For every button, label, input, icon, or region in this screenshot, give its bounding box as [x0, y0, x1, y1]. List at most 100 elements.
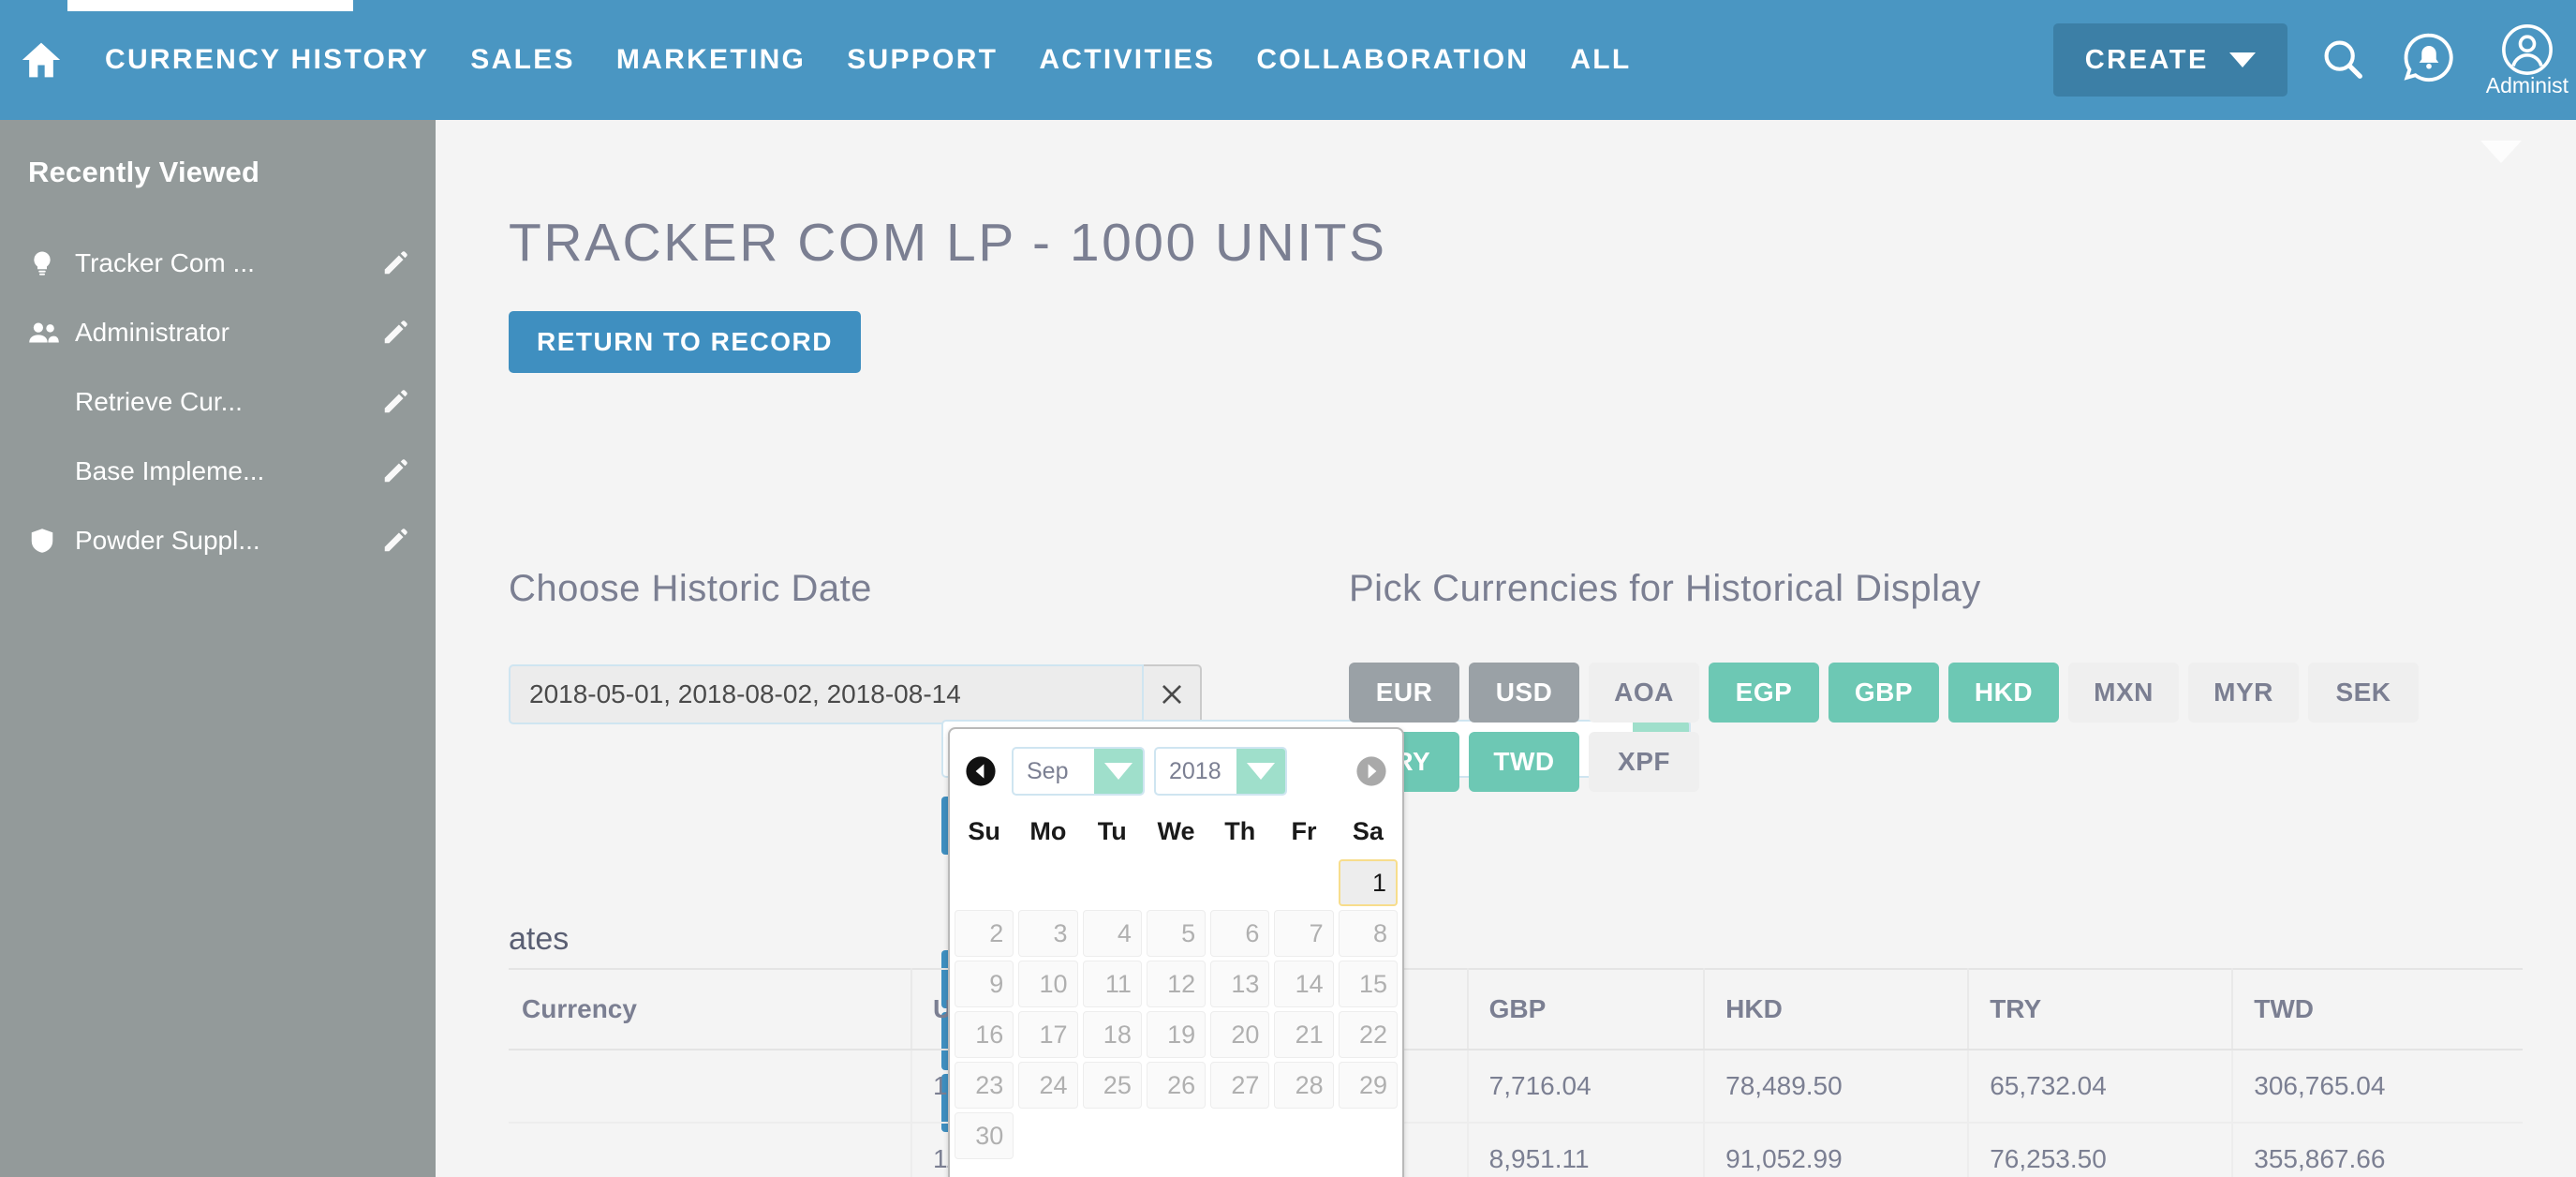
- main-nav-links: CURRENCY HISTORY SALES MARKETING SUPPORT…: [84, 0, 1652, 120]
- pencil-icon[interactable]: [381, 319, 409, 347]
- calendar-day-empty: [1339, 1112, 1398, 1159]
- calendar-day-21[interactable]: 21: [1274, 1011, 1334, 1058]
- sidebar-item-administrator[interactable]: Administrator: [0, 298, 436, 367]
- calendar-day-23[interactable]: 23: [955, 1062, 1014, 1109]
- sidebar-item-retrieve-cur[interactable]: Retrieve Cur...: [0, 367, 436, 437]
- arrow-left-circle-icon[interactable]: [965, 755, 997, 787]
- currency-pill-usd[interactable]: USD: [1469, 663, 1579, 723]
- calendar-day-30[interactable]: 30: [955, 1112, 1014, 1159]
- calendar-day-1[interactable]: 1: [1338, 859, 1398, 906]
- calendar-day-12[interactable]: 12: [1146, 961, 1207, 1007]
- calendar-day-13[interactable]: 13: [1210, 961, 1270, 1007]
- currency-pill-myr[interactable]: MYR: [2188, 663, 2299, 723]
- currency-pill-egp[interactable]: EGP: [1709, 663, 1819, 723]
- calendar-day-24[interactable]: 24: [1018, 1062, 1078, 1109]
- calendar-day-empty: [1147, 1112, 1206, 1159]
- weekday-we: We: [1157, 817, 1195, 845]
- nav-item-activities[interactable]: ACTIVITIES: [1018, 0, 1236, 120]
- calendar-day-16[interactable]: 16: [955, 1011, 1014, 1058]
- nav-item-all[interactable]: ALL: [1549, 0, 1651, 120]
- nav-item-currency-history[interactable]: CURRENCY HISTORY: [84, 0, 450, 120]
- arrow-right-circle-icon[interactable]: [1355, 755, 1387, 787]
- calendar-day-19[interactable]: 19: [1146, 1011, 1207, 1058]
- calendar-day-empty: [1018, 859, 1077, 906]
- chevron-down-icon[interactable]: [2480, 141, 2522, 163]
- calendar-day-4[interactable]: 4: [1082, 910, 1142, 957]
- currency-pill-mxn[interactable]: MXN: [2068, 663, 2179, 723]
- weekday-th: Th: [1224, 817, 1256, 845]
- calendar-day-17[interactable]: 17: [1018, 1011, 1078, 1058]
- cell-currency: [509, 1050, 912, 1124]
- currency-picker-section: Pick Currencies for Historical Display E…: [1349, 568, 2567, 792]
- shield-icon: [28, 526, 71, 556]
- notification-bell-icon[interactable]: [2400, 31, 2458, 89]
- currency-pill-gbp[interactable]: GBP: [1828, 663, 1939, 723]
- nav-item-support[interactable]: SUPPORT: [826, 0, 1018, 120]
- calendar-day-14[interactable]: 14: [1274, 961, 1334, 1007]
- calendar-month-value: Sep: [1027, 757, 1069, 784]
- home-icon[interactable]: [21, 39, 62, 81]
- calendar-day-18[interactable]: 18: [1082, 1011, 1142, 1058]
- pencil-icon[interactable]: [381, 527, 409, 555]
- create-button[interactable]: CREATE: [2052, 23, 2287, 97]
- return-to-record-button[interactable]: RETURN TO RECORD: [509, 311, 861, 373]
- sidebar-item-base-impleme[interactable]: Base Impleme...: [0, 437, 436, 506]
- weekday-su: Su: [968, 817, 1000, 845]
- calendar-day-8[interactable]: 8: [1338, 910, 1398, 957]
- calendar-day-15[interactable]: 15: [1338, 961, 1398, 1007]
- calendar-day-9[interactable]: 9: [955, 961, 1014, 1007]
- currency-pill-sek[interactable]: SEK: [2308, 663, 2419, 723]
- nav-item-collaboration[interactable]: COLLABORATION: [1236, 0, 1549, 120]
- calendar-day-20[interactable]: 20: [1210, 1011, 1270, 1058]
- nav-item-sales[interactable]: SALES: [450, 0, 596, 120]
- calendar-day-29[interactable]: 29: [1338, 1062, 1398, 1109]
- cell-hkd: 78,489.50: [1704, 1050, 1970, 1124]
- calendar-day-3[interactable]: 3: [1018, 910, 1078, 957]
- search-icon[interactable]: [2319, 36, 2368, 84]
- date-picker-calendar[interactable]: Sep 2018 Su Mo Tu We Th Fr Sa 1 2 3 4 5 …: [948, 727, 1404, 1177]
- cell-twd: 355,867.66: [2232, 1123, 2523, 1177]
- date-input-row: [509, 664, 1258, 724]
- calendar-day-2[interactable]: 2: [955, 910, 1014, 957]
- avatar[interactable]: Administ: [2486, 22, 2569, 98]
- pencil-icon[interactable]: [381, 388, 409, 416]
- calendar-year-value: 2018: [1169, 757, 1221, 784]
- calendar-day-10[interactable]: 10: [1018, 961, 1078, 1007]
- pencil-icon[interactable]: [381, 457, 409, 485]
- currency-pill-aoa[interactable]: AOA: [1589, 663, 1699, 723]
- calendar-month-select[interactable]: Sep: [1012, 747, 1145, 796]
- cell-gbp: 7,716.04: [1467, 1050, 1706, 1124]
- results-heading: ates: [509, 921, 570, 957]
- historic-date-input[interactable]: [509, 664, 1144, 724]
- avatar-username: Administ: [2485, 72, 2569, 97]
- calendar-day-25[interactable]: 25: [1082, 1062, 1142, 1109]
- currency-pill-hkd[interactable]: HKD: [1948, 663, 2059, 723]
- calendar-day-26[interactable]: 26: [1146, 1062, 1207, 1109]
- clear-dates-button[interactable]: [1144, 664, 1202, 724]
- currency-pill-xpf[interactable]: XPF: [1589, 732, 1699, 792]
- nav-item-marketing[interactable]: MARKETING: [596, 0, 826, 120]
- calendar-day-7[interactable]: 7: [1274, 910, 1334, 957]
- calendar-day-6[interactable]: 6: [1210, 910, 1270, 957]
- calendar-day-5[interactable]: 5: [1146, 910, 1207, 957]
- column-header-twd: TWD: [2232, 968, 2523, 1050]
- weekday-fr: Fr: [1291, 817, 1317, 845]
- calendar-day-28[interactable]: 28: [1274, 1062, 1334, 1109]
- currency-pill-twd[interactable]: TWD: [1469, 732, 1579, 792]
- calendar-day-11[interactable]: 11: [1082, 961, 1142, 1007]
- lightbulb-icon: [28, 247, 71, 279]
- weekday-mo: Mo: [1029, 817, 1067, 845]
- column-header-hkd: HKD: [1704, 968, 1970, 1050]
- calendar-day-27[interactable]: 27: [1210, 1062, 1270, 1109]
- sidebar-item-label: Tracker Com ...: [75, 248, 255, 277]
- sidebar-item-powder-suppl[interactable]: Powder Suppl...: [0, 506, 436, 575]
- pencil-icon[interactable]: [381, 249, 409, 277]
- calendar-day-22[interactable]: 22: [1338, 1011, 1398, 1058]
- recently-viewed-sidebar: Recently Viewed Tracker Com ... Administ…: [0, 120, 436, 1177]
- main-content: TRACKER COM LP - 1000 UNITS RETURN TO RE…: [436, 120, 2576, 1177]
- calendar-year-select[interactable]: 2018: [1154, 747, 1287, 796]
- chevron-down-icon: [2228, 52, 2256, 67]
- choose-historic-date-heading: Choose Historic Date: [509, 568, 872, 609]
- sidebar-item-tracker-com[interactable]: Tracker Com ...: [0, 229, 436, 298]
- currency-pill-eur[interactable]: EUR: [1349, 663, 1459, 723]
